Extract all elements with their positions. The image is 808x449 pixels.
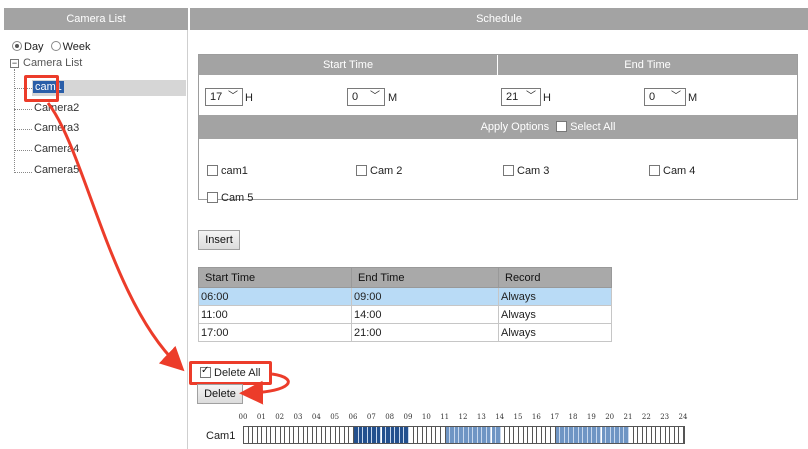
- timeline-hour-16: 16: [531, 413, 541, 421]
- timeline-hour-15: 15: [513, 413, 523, 421]
- timeline-hour-02: 02: [275, 413, 285, 421]
- timeline-hour-19: 19: [586, 413, 596, 421]
- timeline-hour-21: 21: [623, 413, 633, 421]
- annotation-arrows: [46, 102, 290, 405]
- timeline-hour-06: 06: [348, 413, 358, 421]
- timeline-bar: [243, 426, 685, 444]
- timeline-hour-00: 00: [238, 413, 248, 421]
- timeline-hour-09: 09: [403, 413, 413, 421]
- timeline-hour-22: 22: [641, 413, 651, 421]
- timeline-hour-23: 23: [660, 413, 670, 421]
- timeline-hour-labels: 00 01 02 03 04 05 06 07 08 09 10 11 12 13 14 15 16 17 18 19…: [232, 413, 692, 423]
- timeline-hour-10: 10: [421, 413, 431, 421]
- timeline-hour-05: 05: [330, 413, 340, 421]
- timeline-hour-20: 20: [605, 413, 615, 421]
- timeline-hour-13: 13: [476, 413, 486, 421]
- timeline-hour-12: 12: [458, 413, 468, 421]
- timeline-hour-08: 08: [385, 413, 395, 421]
- timeline-camera-label: Cam1: [206, 430, 236, 442]
- arrow-to-delete-button: [239, 372, 290, 405]
- timeline-hour-18: 18: [568, 413, 578, 421]
- timeline-hour-01: 01: [256, 413, 266, 421]
- arrow-to-delete-all: [46, 102, 185, 372]
- timeline-hour-14: 14: [495, 413, 505, 421]
- timeline-hour-17: 17: [550, 413, 560, 421]
- timeline-hour-03: 03: [293, 413, 303, 421]
- timeline-hour-24: 24: [678, 413, 688, 421]
- timeline-hour-04: 04: [311, 413, 321, 421]
- timeline-hour-11: 11: [440, 413, 450, 421]
- timeline-cell[interactable]: [679, 427, 684, 443]
- timeline-hour-07: 07: [366, 413, 376, 421]
